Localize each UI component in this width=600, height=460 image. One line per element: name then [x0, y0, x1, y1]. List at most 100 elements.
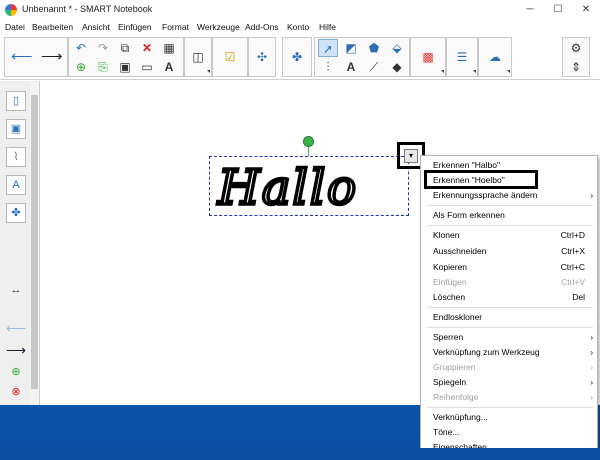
toolbar-group-edit: ↶ ↷ ⧉ ✕ ▦ ⊕ ⎘ ▣ ▭ A — [68, 37, 184, 77]
menu-item-change-recognition-language[interactable]: Erkennungssprache ändern › — [421, 188, 599, 203]
chevron-down-icon — [441, 70, 444, 73]
menu-datei[interactable]: Datei — [5, 22, 25, 32]
page-add-icon[interactable]: ⊕ — [71, 58, 91, 76]
menu-separator — [427, 205, 593, 206]
attachments-icon[interactable]: ⌇ — [6, 147, 26, 167]
menu-item-recognize-as-shape[interactable]: Als Form erkennen — [421, 208, 599, 223]
text-style-icon[interactable]: A — [159, 58, 179, 76]
menu-format[interactable]: Format — [162, 22, 189, 32]
chevron-right-icon: › — [590, 393, 593, 402]
page-insert-icon[interactable]: ⎘ — [93, 58, 113, 76]
effects-icon[interactable]: ☁ — [485, 48, 505, 66]
delete-icon[interactable]: ✕ — [137, 39, 157, 57]
toolbar-group-color: ▩ — [410, 37, 446, 77]
chevron-right-icon: › — [590, 191, 593, 200]
menu-bearbeiten[interactable]: Bearbeiten — [32, 22, 73, 32]
minimize-button[interactable]: ─ — [516, 0, 544, 20]
toolbar-group-tools: ➚ ◩ ⬟ ⬙ ⫶ A ⟋ ◆ — [314, 37, 410, 77]
menu-konto[interactable]: Konto — [287, 22, 309, 32]
add-ons-icon[interactable]: ✣ — [252, 48, 272, 66]
back-arrow-icon[interactable]: ⟵ — [11, 48, 33, 66]
menu-add-ons[interactable]: Add-Ons — [245, 22, 279, 32]
handwriting-hallo: Hallo — [215, 158, 358, 218]
color-palette-icon[interactable]: ▩ — [418, 48, 438, 66]
chevron-right-icon: › — [590, 348, 593, 357]
close-button[interactable]: ✕ — [572, 0, 600, 20]
previous-page-icon[interactable]: ⟵ — [6, 319, 26, 339]
redo-icon[interactable]: ↷ — [93, 39, 113, 57]
add-ons-sidebar-icon[interactable]: ✤ — [6, 203, 26, 223]
chevron-right-icon: › — [590, 333, 593, 342]
menu-item-delete[interactable]: Löschen Del — [421, 290, 599, 305]
pens-icon[interactable]: ⫶ — [318, 58, 338, 76]
rotate-stem — [308, 147, 309, 156]
delete-page-icon[interactable]: ⊗ — [6, 383, 26, 403]
shapes-icon[interactable]: ◩ — [341, 39, 361, 57]
sidebar-scrollbar[interactable] — [30, 81, 39, 405]
page-sorter-icon[interactable]: ▯ — [6, 91, 26, 111]
document-camera-icon[interactable]: ◫ — [188, 48, 208, 66]
menu-einfuegen[interactable]: Einfügen — [118, 22, 152, 32]
chevron-right-icon: › — [590, 378, 593, 387]
menu-item-sounds[interactable]: Töne... — [421, 425, 599, 440]
expand-arrows-icon[interactable]: ↔ — [6, 281, 26, 301]
save-icon[interactable]: ▣ — [115, 58, 135, 76]
chevron-down-icon — [207, 70, 210, 73]
toolbar-group-effects: ☁ — [478, 37, 512, 77]
screen-shade-icon[interactable]: ☑ — [220, 48, 240, 66]
menu-werkzeuge[interactable]: Werkzeuge — [197, 22, 240, 32]
table-icon[interactable]: ▦ — [159, 39, 179, 57]
menu-separator — [427, 407, 593, 408]
gallery-icon[interactable]: ▣ — [6, 119, 26, 139]
menu-item-order: Reihenfolge › — [421, 390, 599, 405]
menu-item-copy[interactable]: Kopieren Ctrl+C — [421, 260, 599, 275]
sidebar: ▯ ▣ ⌇ A ✤ ↔ ⟵ ⟶ ⊕ ⊗ — [0, 81, 40, 405]
toolbar-group-camera: ◫ — [184, 37, 212, 77]
fill-icon[interactable]: ⬙ — [387, 39, 407, 57]
select-icon[interactable]: ➚ — [318, 39, 338, 57]
screen-capture-icon[interactable]: ⧉ — [115, 39, 135, 57]
line-style-icon[interactable]: ☰ — [452, 48, 472, 66]
eraser-icon[interactable]: ◆ — [387, 58, 407, 76]
menu-item-lock[interactable]: Sperren › — [421, 330, 599, 345]
settings-gear-icon[interactable]: ⚙ — [566, 39, 586, 57]
menu-separator — [427, 225, 593, 226]
undo-icon[interactable]: ↶ — [71, 39, 91, 57]
menu-ansicht[interactable]: Ansicht — [82, 22, 110, 32]
display-icon[interactable]: ▭ — [137, 58, 157, 76]
menu-item-clone[interactable]: Klonen Ctrl+D — [421, 228, 599, 243]
menu-separator — [427, 307, 593, 308]
menu-item-link[interactable]: Verknüpfung... — [421, 410, 599, 425]
chevron-down-icon — [507, 70, 510, 73]
selected-ink-object[interactable]: Hallo — [209, 156, 409, 218]
toolbar: ⟵ ⟶ ↶ ↷ ⧉ ✕ ▦ ⊕ ⎘ ▣ ▭ A ◫ ☑ ✣ ✤ ➚ ◩ ⬟ ⬙ … — [0, 35, 600, 80]
line-icon[interactable]: ⟋ — [364, 58, 384, 76]
chevron-down-icon — [473, 70, 476, 73]
scrollbar-thumb[interactable] — [31, 95, 38, 389]
chevron-right-icon: › — [590, 363, 593, 372]
smart-notebook-logo-icon — [5, 4, 17, 16]
maximize-button[interactable]: ☐ — [544, 0, 572, 20]
menu-bar: Datei Bearbeiten Ansicht Einfügen Format… — [0, 20, 600, 34]
properties-icon[interactable]: A — [6, 175, 26, 195]
context-menu: Erkennen "Halbo" Erkennen "Hoelbo" Erken… — [420, 155, 598, 455]
menu-hilfe[interactable]: Hilfe — [319, 22, 336, 32]
menu-item-highlight-box — [424, 170, 538, 189]
menu-item-cut[interactable]: Ausschneiden Ctrl+X — [421, 244, 599, 259]
toolbar-group-navigation: ⟵ ⟶ — [4, 37, 68, 77]
move-toolbar-icon[interactable]: ⇕ — [566, 58, 586, 76]
menu-item-flip[interactable]: Spiegeln › — [421, 375, 599, 390]
next-page-icon[interactable]: ⟶ — [6, 341, 26, 361]
svg-text:Hallo: Hallo — [217, 160, 358, 216]
rotate-handle[interactable] — [303, 136, 314, 147]
add-page-icon[interactable]: ⊕ — [6, 363, 26, 383]
title-bar: Unbenannt * - SMART Notebook ─ ☐ ✕ — [0, 0, 600, 20]
shape-fill-icon[interactable]: ⬟ — [364, 39, 384, 57]
menu-item-infinite-cloner[interactable]: Endloskloner — [421, 310, 599, 325]
taskbar — [0, 448, 600, 460]
forward-arrow-icon[interactable]: ⟶ — [41, 48, 63, 66]
menu-item-link-to-tool[interactable]: Verknüpfung zum Werkzeug › — [421, 345, 599, 360]
text-icon[interactable]: A — [341, 58, 361, 76]
toolbar-group-line-style: ☰ — [446, 37, 478, 77]
puzzle-icon[interactable]: ✤ — [287, 48, 307, 66]
